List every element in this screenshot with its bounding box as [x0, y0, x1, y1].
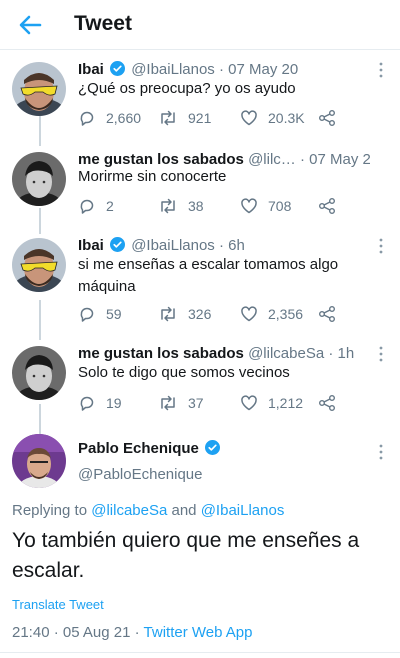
tweet-actions: 2 38 708: [78, 195, 360, 217]
like-button[interactable]: 2,356: [240, 303, 303, 325]
tweet-timestamp: 21:40 · 05 Aug 21 · Twitter Web App: [12, 624, 253, 641]
more-options-icon[interactable]: [378, 62, 384, 78]
top-bar: Tweet: [0, 0, 400, 50]
reply-icon: [80, 111, 94, 126]
heart-icon: [241, 198, 257, 214]
avatar[interactable]: [12, 62, 66, 116]
retweet-icon: [161, 110, 175, 126]
thread-tweet[interactable]: Ibai @IbaiLlanos · 6h si me enseñas a es…: [0, 236, 400, 336]
share-button[interactable]: [318, 195, 336, 217]
like-count: 20.3K: [268, 110, 305, 126]
avatar[interactable]: [12, 434, 66, 488]
user-handle[interactable]: @PabloEchenique: [78, 466, 202, 483]
share-icon: [319, 306, 335, 322]
retweet-count: 921: [188, 110, 212, 126]
retweet-button[interactable]: 38: [158, 195, 204, 217]
like-button[interactable]: 708: [240, 195, 291, 217]
avatar[interactable]: [12, 152, 66, 206]
tweet-actions: 59 326 2,356: [78, 303, 360, 325]
tweet-time: 21:40: [12, 624, 50, 641]
reply-icon: [80, 396, 94, 411]
more-options-icon[interactable]: [378, 346, 384, 362]
heart-icon: [241, 395, 257, 411]
display-name[interactable]: me gustan los sabados: [78, 345, 244, 362]
reply-icon: [80, 307, 94, 322]
tweet-time[interactable]: 1h: [338, 345, 355, 362]
tweet-text: Solo te digo que somos vecinos: [78, 364, 290, 381]
avatar[interactable]: [12, 346, 66, 400]
tweet-date: 05 Aug 21: [62, 624, 131, 641]
retweet-button[interactable]: 921: [158, 107, 211, 129]
tweet-text: Yo también quiero que me enseñes a escal…: [12, 529, 360, 582]
tweet-actions: 2,660 921 20.3K: [78, 107, 360, 129]
tweet-text: ¿Qué os preocupa? yo os ayudo: [78, 80, 296, 97]
verified-badge-icon: [110, 61, 126, 76]
divider: [0, 652, 400, 653]
share-button[interactable]: [318, 107, 336, 129]
tweet-time[interactable]: 6h: [228, 237, 245, 254]
more-options-icon[interactable]: [378, 238, 384, 254]
user-handle[interactable]: @lilcabeSa: [248, 345, 324, 362]
reply-button[interactable]: 2: [78, 195, 114, 217]
page-title: Tweet: [74, 12, 132, 35]
retweet-icon: [161, 198, 175, 214]
tweet-header: Ibai @IbaiLlanos · 07 May 20: [78, 61, 299, 78]
tweet-header: me gustan los sabados @lilcabeSa · 1h: [78, 345, 355, 362]
retweet-button[interactable]: 37: [158, 392, 204, 414]
tweet-text: Morirme sin conocerte: [78, 168, 227, 185]
tweet-text: si me enseñas a escalar tomamos algo máq…: [78, 256, 339, 295]
tweet-source-link[interactable]: Twitter Web App: [144, 624, 253, 641]
share-button[interactable]: [318, 303, 336, 325]
display-name[interactable]: Pablo Echenique: [78, 440, 222, 457]
verified-badge-icon: [205, 440, 221, 455]
user-handle[interactable]: @IbaiLlanos: [131, 61, 215, 78]
arrow-left-icon[interactable]: [14, 9, 46, 41]
reply-count: 59: [106, 306, 122, 322]
heart-icon: [241, 110, 257, 126]
translate-tweet-link[interactable]: Translate Tweet: [12, 597, 104, 612]
more-options-icon[interactable]: [378, 444, 384, 460]
retweet-icon: [161, 306, 175, 322]
tweet-actions: 19 37 1,212: [78, 392, 360, 414]
like-button[interactable]: 1,212: [240, 392, 303, 414]
reply-count: 19: [106, 395, 122, 411]
verified-badge-icon: [110, 237, 126, 252]
heart-icon: [241, 306, 257, 322]
like-count: 2,356: [268, 306, 304, 322]
reply-icon: [80, 199, 94, 214]
thread-tweet[interactable]: me gustan los sabados @lilc… · 07 May 20…: [0, 150, 400, 230]
share-icon: [319, 110, 335, 126]
retweet-count: 37: [188, 395, 204, 411]
retweet-icon: [161, 395, 175, 411]
share-button[interactable]: [318, 392, 336, 414]
reply-button[interactable]: 2,660: [78, 107, 141, 129]
tweet-time[interactable]: 07 May 20: [228, 61, 298, 78]
display-name[interactable]: Ibai: [78, 61, 104, 78]
retweet-count: 326: [188, 306, 212, 322]
thread-tweet[interactable]: me gustan los sabados @lilcabeSa · 1h So…: [0, 344, 400, 424]
display-name[interactable]: Ibai: [78, 237, 104, 254]
share-icon: [319, 395, 335, 411]
retweet-count: 38: [188, 198, 204, 214]
replying-to: Replying to @lilcabeSa and @IbaiLlanos: [12, 502, 285, 519]
reply-count: 2: [106, 198, 114, 214]
reply-button[interactable]: 19: [78, 392, 122, 414]
like-button[interactable]: 20.3K: [240, 107, 305, 129]
tweet-header: Ibai @IbaiLlanos · 6h: [78, 237, 245, 254]
mention-link[interactable]: @lilcabeSa: [91, 502, 167, 519]
reply-count: 2,660: [106, 110, 142, 126]
avatar[interactable]: [12, 238, 66, 292]
retweet-button[interactable]: 326: [158, 303, 211, 325]
like-count: 1,212: [268, 395, 304, 411]
like-count: 708: [268, 198, 292, 214]
thread-tweet[interactable]: Ibai @IbaiLlanos · 07 May 20 ¿Qué os pre…: [0, 60, 400, 140]
mention-link[interactable]: @IbaiLlanos: [201, 502, 285, 519]
user-handle[interactable]: @IbaiLlanos: [131, 237, 215, 254]
share-icon: [319, 198, 335, 214]
reply-button[interactable]: 59: [78, 303, 122, 325]
